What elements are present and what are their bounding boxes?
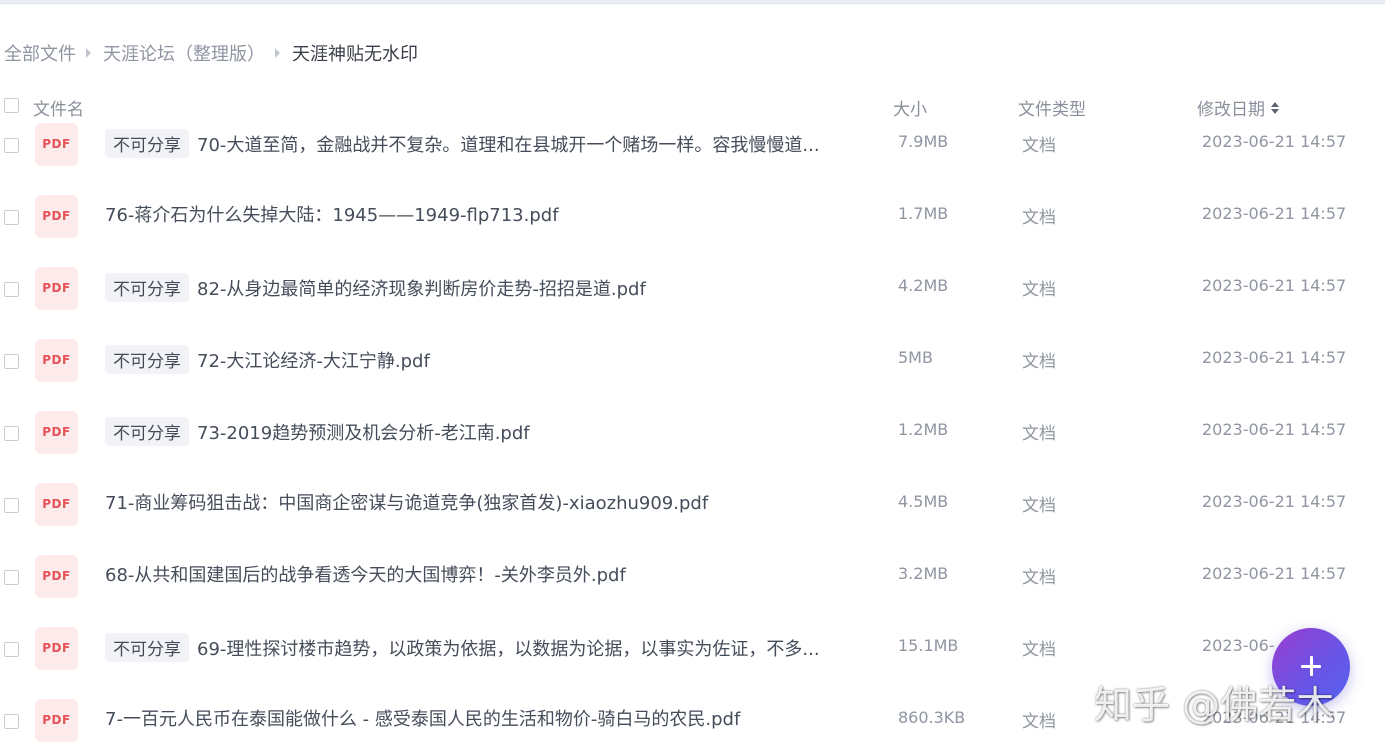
file-name[interactable]: 72-大江论经济-大江宁静.pdf xyxy=(197,347,430,373)
file-type: 文档 xyxy=(1022,280,1056,300)
row-checkbox[interactable] xyxy=(4,138,19,153)
row-checkbox[interactable] xyxy=(4,498,19,513)
row-checkbox[interactable] xyxy=(4,354,19,369)
file-type: 文档 xyxy=(1022,640,1056,660)
pdf-icon: PDF xyxy=(35,195,78,238)
file-size: 3.2MB xyxy=(898,564,949,583)
file-name-cell[interactable]: 68-从共和国建国后的战争看透今天的大国博弈！-关外李员外.pdf xyxy=(105,561,626,587)
watermark: 知乎 @佛若木 xyxy=(1094,683,1335,727)
breadcrumb-current: 天涯神贴无水印 xyxy=(292,44,418,65)
file-size: 15.1MB xyxy=(898,636,959,655)
file-size: 860.3KB xyxy=(898,708,966,727)
file-name[interactable]: 71-商业筹码狙击战：中国商企密谋与诡道竞争(独家首发)-xiaozhu909.… xyxy=(105,489,708,515)
pdf-icon: PDF xyxy=(35,699,78,742)
file-size: 1.2MB xyxy=(898,420,949,439)
file-name[interactable]: 7-一百元人民币在泰国能做什么 - 感受泰国人民的生活和物价-骑白马的农民.pd… xyxy=(105,705,740,731)
breadcrumb: 全部文件 天涯论坛（整理版） 天涯神贴无水印 xyxy=(4,38,418,68)
file-modified-date: 2023-06- xyxy=(1202,636,1275,655)
file-modified-date: 2023-06-21 14:57 xyxy=(1202,204,1347,223)
file-size: 4.2MB xyxy=(898,276,949,295)
table-row[interactable]: PDF 不可分享 73-2019趋势预测及机会分析-老江南.pdf 1.2MB … xyxy=(0,396,1385,468)
table-row[interactable]: PDF 76-蒋介石为什么失掉大陆：1945——1949-flp713.pdf … xyxy=(0,180,1385,252)
table-row[interactable]: PDF 68-从共和国建国后的战争看透今天的大国博弈！-关外李员外.pdf 3.… xyxy=(0,540,1385,612)
file-modified-date: 2023-06-21 14:57 xyxy=(1202,348,1347,367)
breadcrumb-separator-icon xyxy=(275,48,280,58)
pdf-icon: PDF xyxy=(35,555,78,598)
row-checkbox[interactable] xyxy=(4,714,19,729)
file-name[interactable]: 69-理性探讨楼市趋势，以政策为依据，以数据为论据，以事实为佐证，不多... xyxy=(197,635,820,661)
file-name[interactable]: 76-蒋介石为什么失掉大陆：1945——1949-flp713.pdf xyxy=(105,201,559,227)
table-row[interactable]: PDF 不可分享 70-大道至简，金融战并不复杂。道理和在县城开一个赌场一样。容… xyxy=(0,108,1385,180)
not-shareable-badge: 不可分享 xyxy=(105,129,189,158)
file-type: 文档 xyxy=(1022,424,1056,444)
row-checkbox[interactable] xyxy=(4,642,19,657)
file-type: 文档 xyxy=(1022,136,1056,156)
file-type: 文档 xyxy=(1022,208,1056,228)
not-shareable-badge: 不可分享 xyxy=(105,273,189,302)
pdf-icon: PDF xyxy=(35,123,78,166)
file-size: 7.9MB xyxy=(898,132,949,151)
file-name-cell[interactable]: 76-蒋介石为什么失掉大陆：1945——1949-flp713.pdf xyxy=(105,201,559,227)
file-name[interactable]: 68-从共和国建国后的战争看透今天的大国博弈！-关外李员外.pdf xyxy=(105,561,626,587)
not-shareable-badge: 不可分享 xyxy=(105,345,189,374)
file-size: 1.7MB xyxy=(898,204,949,223)
file-modified-date: 2023-06-21 14:57 xyxy=(1202,132,1347,151)
table-row[interactable]: PDF 不可分享 72-大江论经济-大江宁静.pdf 5MB 文档 2023-0… xyxy=(0,324,1385,396)
pdf-icon: PDF xyxy=(35,339,78,382)
pdf-icon: PDF xyxy=(35,267,78,310)
file-modified-date: 2023-06-21 14:57 xyxy=(1202,276,1347,295)
not-shareable-badge: 不可分享 xyxy=(105,633,189,662)
file-type: 文档 xyxy=(1022,712,1056,732)
file-modified-date: 2023-06-21 14:57 xyxy=(1202,420,1347,439)
file-name-cell[interactable]: 不可分享 82-从身边最简单的经济现象判断房价走势-招招是道.pdf xyxy=(105,273,646,302)
breadcrumb-separator-icon xyxy=(86,48,91,58)
file-name[interactable]: 82-从身边最简单的经济现象判断房价走势-招招是道.pdf xyxy=(197,275,646,301)
plus-icon-vertical xyxy=(1309,656,1313,676)
breadcrumb-parent[interactable]: 天涯论坛（整理版） xyxy=(103,40,265,66)
file-name-cell[interactable]: 71-商业筹码狙击战：中国商企密谋与诡道竞争(独家首发)-xiaozhu909.… xyxy=(105,489,708,515)
file-type: 文档 xyxy=(1022,496,1056,516)
file-name[interactable]: 73-2019趋势预测及机会分析-老江南.pdf xyxy=(197,419,530,445)
file-name-cell[interactable]: 不可分享 73-2019趋势预测及机会分析-老江南.pdf xyxy=(105,417,530,446)
file-name-cell[interactable]: 不可分享 70-大道至简，金融战并不复杂。道理和在县城开一个赌场一样。容我慢慢道… xyxy=(105,129,820,158)
file-size: 4.5MB xyxy=(898,492,949,511)
breadcrumb-root[interactable]: 全部文件 xyxy=(4,40,76,66)
row-checkbox[interactable] xyxy=(4,570,19,585)
file-name-cell[interactable]: 7-一百元人民币在泰国能做什么 - 感受泰国人民的生活和物价-骑白马的农民.pd… xyxy=(105,705,740,731)
file-name-cell[interactable]: 不可分享 69-理性探讨楼市趋势，以政策为依据，以数据为论据，以事实为佐证，不多… xyxy=(105,633,820,662)
not-shareable-badge: 不可分享 xyxy=(105,417,189,446)
table-row[interactable]: PDF 71-商业筹码狙击战：中国商企密谋与诡道竞争(独家首发)-xiaozhu… xyxy=(0,468,1385,540)
file-name[interactable]: 70-大道至简，金融战并不复杂。道理和在县城开一个赌场一样。容我慢慢道... xyxy=(197,131,820,157)
file-modified-date: 2023-06-21 14:57 xyxy=(1202,564,1347,583)
pdf-icon: PDF xyxy=(35,411,78,454)
file-size: 5MB xyxy=(898,348,933,367)
row-checkbox[interactable] xyxy=(4,426,19,441)
pdf-icon: PDF xyxy=(35,483,78,526)
file-name-cell[interactable]: 不可分享 72-大江论经济-大江宁静.pdf xyxy=(105,345,430,374)
row-checkbox[interactable] xyxy=(4,210,19,225)
file-type: 文档 xyxy=(1022,568,1056,588)
file-type: 文档 xyxy=(1022,352,1056,372)
row-checkbox[interactable] xyxy=(4,282,19,297)
pdf-icon: PDF xyxy=(35,627,78,670)
file-modified-date: 2023-06-21 14:57 xyxy=(1202,492,1347,511)
table-row[interactable]: PDF 不可分享 82-从身边最简单的经济现象判断房价走势-招招是道.pdf 4… xyxy=(0,252,1385,324)
top-divider xyxy=(0,0,1385,4)
